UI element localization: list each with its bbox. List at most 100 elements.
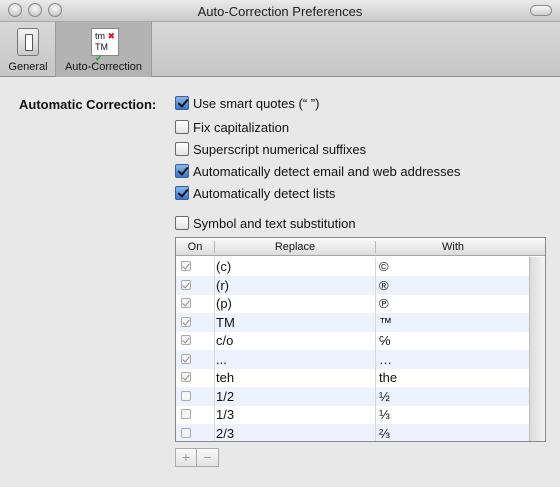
table-row[interactable]: TM ™ [176, 312, 530, 332]
replace-cell[interactable]: 1/2 [216, 389, 234, 404]
table-header: On Replace With [176, 238, 545, 256]
add-button[interactable]: + [175, 448, 197, 467]
row-enabled-checkbox[interactable] [181, 409, 191, 419]
checkbox[interactable] [175, 142, 189, 156]
row-enabled-checkbox[interactable] [181, 335, 191, 345]
option-fix-capitalization[interactable]: Fix capitalization [175, 119, 289, 135]
tab-general-label: General [8, 61, 48, 73]
row-on-cell [176, 331, 214, 350]
toolbar-toggle-button[interactable] [530, 5, 552, 16]
auto-correction-icon: tm ✖ TM ✔ [91, 28, 119, 63]
table-row[interactable]: 2/3 ⅔ [176, 423, 530, 442]
row-on-cell [176, 257, 214, 276]
row-enabled-checkbox[interactable] [181, 427, 191, 438]
table-buttons: + − [175, 448, 219, 468]
table-row[interactable]: 1/2 ½ [176, 386, 530, 406]
window-title: Auto-Correction Preferences [197, 4, 363, 19]
row-enabled-checkbox[interactable] [181, 316, 191, 327]
option-label: Automatically detect email and web addre… [193, 163, 461, 179]
row-enabled-checkbox[interactable] [181, 279, 191, 290]
icon-tm-upper: TM [95, 42, 108, 52]
checkbox[interactable] [175, 216, 189, 230]
section-label: Automatic Correction: [19, 97, 157, 112]
row-on-cell [176, 294, 214, 313]
replace-cell[interactable]: (p) [216, 296, 232, 311]
row-on-cell [176, 387, 214, 406]
row-on-cell [176, 350, 214, 369]
table-row[interactable]: c/o ℅ [176, 331, 530, 350]
tab-general[interactable]: General [4, 22, 52, 77]
remove-button[interactable]: − [197, 448, 219, 467]
row-on-cell [176, 424, 214, 442]
column-header-with[interactable]: With [375, 241, 530, 253]
column-header-replace[interactable]: Replace [214, 241, 375, 253]
with-cell[interactable]: ℗ [379, 296, 389, 311]
option-symbol-substitution[interactable]: Symbol and text substitution [175, 215, 356, 231]
row-enabled-checkbox[interactable] [181, 353, 191, 364]
table-body: (c) © (r) ® (p) ℗ TM ™ c/o ℅...… teh the 1/2 ½ 1/3 ⅓ 2/3… [176, 257, 530, 442]
row-enabled-checkbox[interactable] [181, 372, 191, 382]
row-enabled-checkbox[interactable] [181, 261, 191, 271]
with-cell[interactable]: © [379, 259, 389, 274]
column-divider [214, 275, 215, 295]
checkbox[interactable] [175, 96, 189, 110]
switch-icon [17, 28, 39, 56]
column-divider [214, 405, 215, 424]
table-row[interactable]: 1/3 ⅓ [176, 405, 530, 424]
with-cell[interactable]: … [379, 352, 392, 367]
with-cell[interactable]: ™ [379, 315, 392, 330]
preferences-window: Auto-Correction Preferences General tm ✖… [0, 0, 560, 487]
table-row[interactable]: (p) ℗ [176, 294, 530, 313]
option-label: Use smart quotes (“ ”) [193, 95, 320, 111]
replace-cell[interactable]: ... [216, 352, 227, 367]
with-cell[interactable]: ® [379, 278, 389, 293]
option-label: Symbol and text substitution [193, 215, 356, 231]
column-divider [375, 312, 376, 332]
column-divider [375, 423, 376, 441]
column-divider [375, 331, 376, 350]
column-divider [214, 331, 215, 350]
option-label: Fix capitalization [193, 119, 290, 135]
column-divider [214, 423, 215, 441]
table-row[interactable]: (c) © [176, 257, 530, 276]
table-row[interactable]: (r) ® [176, 275, 530, 295]
column-divider [214, 257, 215, 276]
option-smart-quotes[interactable]: Use smart quotes (“ ”) [175, 95, 319, 111]
table-row[interactable]: ... … [176, 349, 530, 369]
replace-cell[interactable]: teh [216, 370, 234, 385]
option-detect-addresses[interactable]: Automatically detect email and web addre… [175, 163, 460, 179]
with-cell[interactable]: ½ [379, 389, 390, 404]
replace-cell[interactable]: TM [216, 315, 235, 330]
option-label: Automatically detect lists [193, 185, 336, 201]
column-divider [214, 349, 215, 369]
checkbox[interactable] [175, 186, 189, 200]
column-divider [375, 275, 376, 295]
title-bar: Auto-Correction Preferences [0, 0, 560, 22]
with-cell[interactable]: ℅ [379, 333, 391, 348]
tab-auto-correction[interactable]: tm ✖ TM ✔ Auto-Correction [55, 22, 152, 77]
toolbar: General tm ✖ TM ✔ Auto-Correction [0, 22, 560, 77]
column-divider [214, 294, 215, 313]
tab-auto-correction-label: Auto-Correction [64, 61, 143, 73]
checkbox[interactable] [175, 164, 189, 178]
replace-cell[interactable]: (r) [216, 278, 229, 293]
column-divider [375, 405, 376, 424]
with-cell[interactable]: ⅓ [379, 407, 390, 422]
row-enabled-checkbox[interactable] [181, 298, 191, 308]
column-divider [375, 368, 376, 387]
replace-cell[interactable]: c/o [216, 333, 233, 348]
replace-cell[interactable]: 1/3 [216, 407, 234, 422]
replace-cell[interactable]: 2/3 [216, 426, 234, 441]
substitution-table[interactable]: On Replace With (c) © (r) ® (p) ℗ TM ™ c/o ℅...… t… [175, 237, 546, 442]
with-cell[interactable]: ⅔ [379, 426, 390, 441]
column-divider [375, 257, 376, 276]
option-superscript-suffixes[interactable]: Superscript numerical suffixes [175, 141, 366, 157]
row-enabled-checkbox[interactable] [181, 390, 191, 401]
column-header-on[interactable]: On [176, 241, 214, 253]
replace-cell[interactable]: (c) [216, 259, 231, 274]
table-row[interactable]: teh the [176, 368, 530, 387]
checkbox[interactable] [175, 120, 189, 134]
with-cell[interactable]: the [379, 370, 397, 385]
option-detect-lists[interactable]: Automatically detect lists [175, 185, 335, 201]
vertical-scrollbar[interactable] [529, 257, 545, 441]
